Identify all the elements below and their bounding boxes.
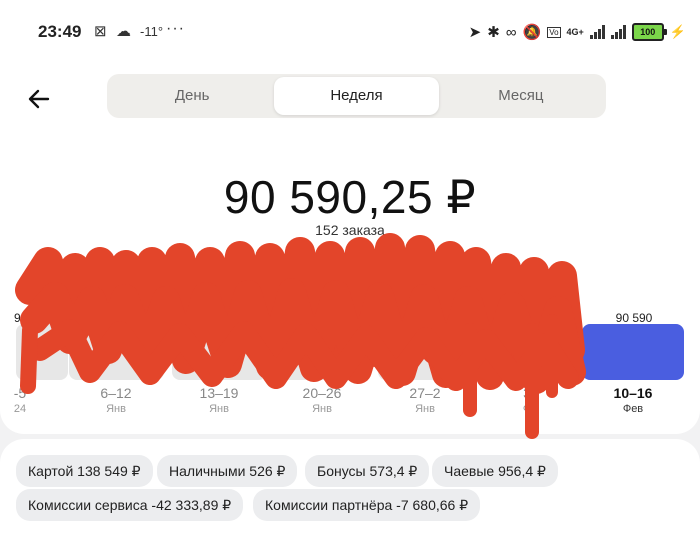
- chip-partner-commission[interactable]: Комиссии партнёра -7 680,66 ₽: [253, 489, 481, 521]
- chip-card[interactable]: Картой 138 549 ₽: [16, 455, 153, 487]
- chip-cash[interactable]: Наличными 526 ₽: [157, 455, 298, 487]
- chip-tips[interactable]: Чаевые 956,4 ₽: [432, 455, 558, 487]
- chip-service-commission[interactable]: Комиссии сервиса -42 333,89 ₽: [16, 489, 244, 521]
- chip-bonus[interactable]: Бонусы 573,4 ₽: [305, 455, 430, 487]
